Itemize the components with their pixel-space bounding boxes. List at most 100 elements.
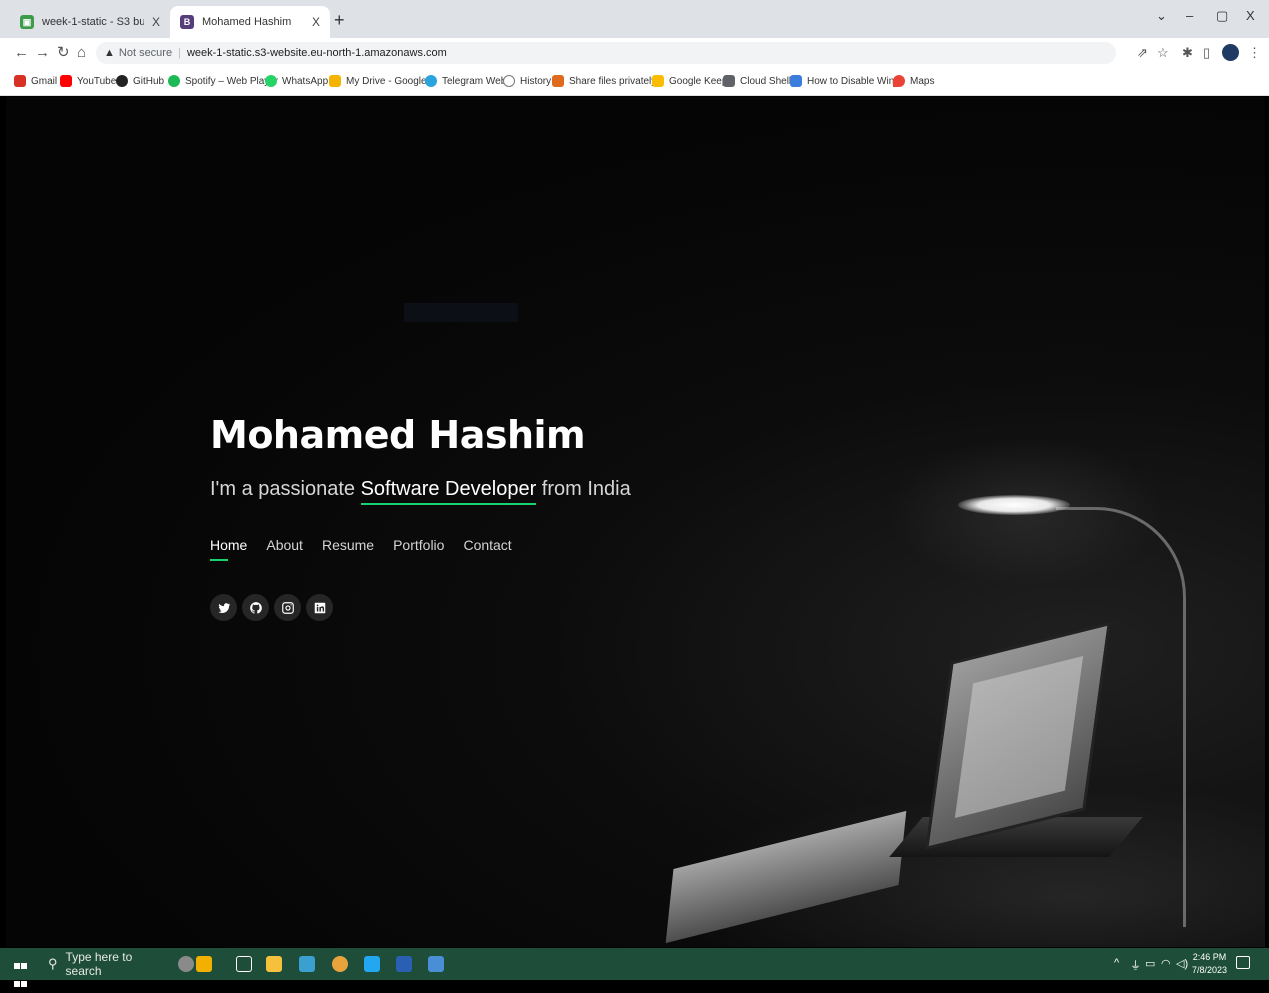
tab-mohamed-hashim[interactable]: B Mohamed Hashim X xyxy=(170,6,330,38)
menu-kebab-icon[interactable]: ⋮ xyxy=(1248,45,1261,61)
bookmark-youtube[interactable]: YouTube xyxy=(60,75,116,87)
telegram-icon xyxy=(425,75,437,87)
bookmark-google-keep[interactable]: Google Keep xyxy=(652,75,727,87)
bookmark-cloud-shell[interactable]: Cloud Shell xyxy=(723,75,791,87)
tab-s3-bucket[interactable]: ▣ week-1-static - S3 bucket X xyxy=(10,6,170,38)
gmail-icon xyxy=(14,75,26,87)
new-tab-button[interactable]: + xyxy=(334,10,345,30)
extensions-icon[interactable]: ✱ xyxy=(1182,45,1193,61)
history-icon xyxy=(503,75,515,87)
bookmark-label: WhatsApp xyxy=(282,75,329,87)
bookmark-share-files[interactable]: Share files privately... xyxy=(552,75,664,87)
forward-arrow-icon[interactable]: → xyxy=(35,44,50,62)
tray-usb-icon[interactable]: ⏚ xyxy=(1130,957,1141,973)
back-arrow-icon[interactable]: ← xyxy=(14,44,29,62)
clock-time: 2:46 PM xyxy=(1192,952,1227,962)
bookmark-label: Maps xyxy=(910,75,935,87)
store-icon[interactable] xyxy=(299,956,315,972)
bookmark-label: GitHub xyxy=(133,75,165,87)
tagline-suffix: from India xyxy=(536,478,631,500)
taskbar: ⚲ Type here to search ^ ⏚ ▭ ◠ ◁) 2:46 PM… xyxy=(0,948,1269,987)
bookmark-telegram[interactable]: Telegram Web xyxy=(425,75,506,87)
hero-tagline: I'm a passionate Software Developer from… xyxy=(210,478,631,505)
bookmark-label: Cloud Shell xyxy=(740,75,792,87)
app-paint-icon[interactable] xyxy=(196,956,212,972)
close-window-button[interactable]: X xyxy=(1246,8,1255,23)
vscode-icon[interactable] xyxy=(364,956,380,972)
hidden-overlay-box xyxy=(404,303,518,322)
security-label[interactable]: Not secure xyxy=(119,47,172,59)
tray-wifi-icon[interactable]: ◠ xyxy=(1161,957,1171,970)
spotify-icon xyxy=(168,75,180,87)
notification-icon[interactable] xyxy=(1236,956,1250,969)
taskbar-clock[interactable]: 2:46 PM 7/8/2023 xyxy=(1192,951,1227,977)
file-explorer-icon[interactable] xyxy=(266,956,282,972)
task-view-icon[interactable] xyxy=(236,956,252,972)
nav-about[interactable]: About xyxy=(266,537,303,561)
tray-chevron-icon[interactable]: ^ xyxy=(1114,957,1119,969)
maps-pin-icon xyxy=(893,75,905,87)
bookmark-label: Share files privately... xyxy=(569,75,664,87)
bookmark-maps[interactable]: Maps xyxy=(893,75,934,87)
google-drive-icon xyxy=(329,75,341,87)
bookmark-label: Telegram Web xyxy=(442,75,507,87)
clock-date: 7/8/2023 xyxy=(1192,965,1228,975)
bookmark-whatsapp[interactable]: WhatsApp xyxy=(265,75,328,87)
instagram-link[interactable] xyxy=(274,594,301,621)
nav-resume[interactable]: Resume xyxy=(322,537,374,561)
divider: | xyxy=(178,47,181,59)
hero-name: Mohamed Hashim xyxy=(210,413,586,457)
bookmark-gmail[interactable]: Gmail xyxy=(14,75,57,87)
tray-volume-icon[interactable]: ◁) xyxy=(1176,957,1188,970)
restore-button[interactable]: ▢ xyxy=(1216,8,1228,24)
youtube-icon xyxy=(60,75,72,87)
app-blue-icon[interactable] xyxy=(428,956,444,972)
side-panel-icon[interactable]: ▯ xyxy=(1203,45,1210,61)
github-link[interactable] xyxy=(242,594,269,621)
bookmark-label: History xyxy=(520,75,552,87)
home-icon[interactable]: ⌂ xyxy=(77,44,86,62)
google-keep-icon xyxy=(652,75,664,87)
bookmark-history[interactable]: History xyxy=(503,75,551,87)
bookmark-google-drive[interactable]: My Drive - Google... xyxy=(329,75,435,87)
nav-home[interactable]: Home xyxy=(210,537,247,561)
linkedin-link[interactable] xyxy=(306,594,333,621)
tray-battery-icon[interactable]: ▭ xyxy=(1145,957,1155,970)
pen-icon xyxy=(790,75,802,87)
tab-close-icon[interactable]: X xyxy=(152,15,160,29)
app-globe-icon[interactable] xyxy=(178,956,194,972)
lamp-light xyxy=(958,495,1070,515)
share-files-icon xyxy=(552,75,564,87)
twitter-icon xyxy=(217,602,230,613)
bookmark-label: YouTube xyxy=(77,75,117,87)
profile-avatar[interactable] xyxy=(1222,44,1239,61)
bookmark-spotify[interactable]: Spotify – Web Player xyxy=(168,75,278,87)
url-text[interactable]: week-1-static.s3-website.eu-north-1.amaz… xyxy=(187,47,447,59)
twitter-link[interactable] xyxy=(210,594,237,621)
hero-section: Mohamed Hashim I'm a passionate Software… xyxy=(6,97,1265,947)
instagram-icon xyxy=(281,601,294,614)
address-bar[interactable]: ▲ Not secure | week-1-static.s3-website.… xyxy=(96,42,1116,64)
bookmark-disable-win[interactable]: How to Disable Win... xyxy=(790,75,903,87)
tab-close-icon[interactable]: X xyxy=(312,15,320,29)
nav-contact[interactable]: Contact xyxy=(463,537,511,561)
windows-start-icon[interactable] xyxy=(14,957,28,993)
bookmark-github[interactable]: GitHub xyxy=(116,75,164,87)
minimize-button[interactable]: – xyxy=(1186,8,1193,23)
nav-portfolio[interactable]: Portfolio xyxy=(393,537,444,561)
chrome-icon[interactable] xyxy=(332,956,348,972)
bookmark-label: Gmail xyxy=(31,75,58,87)
bookmark-star-icon[interactable]: ☆ xyxy=(1157,45,1169,61)
word-icon[interactable] xyxy=(396,956,412,972)
share-icon[interactable]: ⇗ xyxy=(1137,45,1148,61)
bookmark-label: Google Keep xyxy=(669,75,728,87)
tab-label: Mohamed Hashim xyxy=(202,16,292,28)
warning-icon: ▲ xyxy=(104,47,115,59)
linkedin-icon xyxy=(314,602,325,613)
tagline-prefix: I'm a passionate xyxy=(210,478,361,500)
tab-search-icon[interactable]: ⌄ xyxy=(1156,8,1167,24)
bookmarks-bar: Gmail YouTube GitHub Spotify – Web Playe… xyxy=(0,68,1269,96)
reload-icon[interactable]: ↻ xyxy=(57,44,70,62)
taskbar-search[interactable]: ⚲ Type here to search xyxy=(38,948,166,980)
tagline-highlight: Software Developer xyxy=(360,478,537,505)
